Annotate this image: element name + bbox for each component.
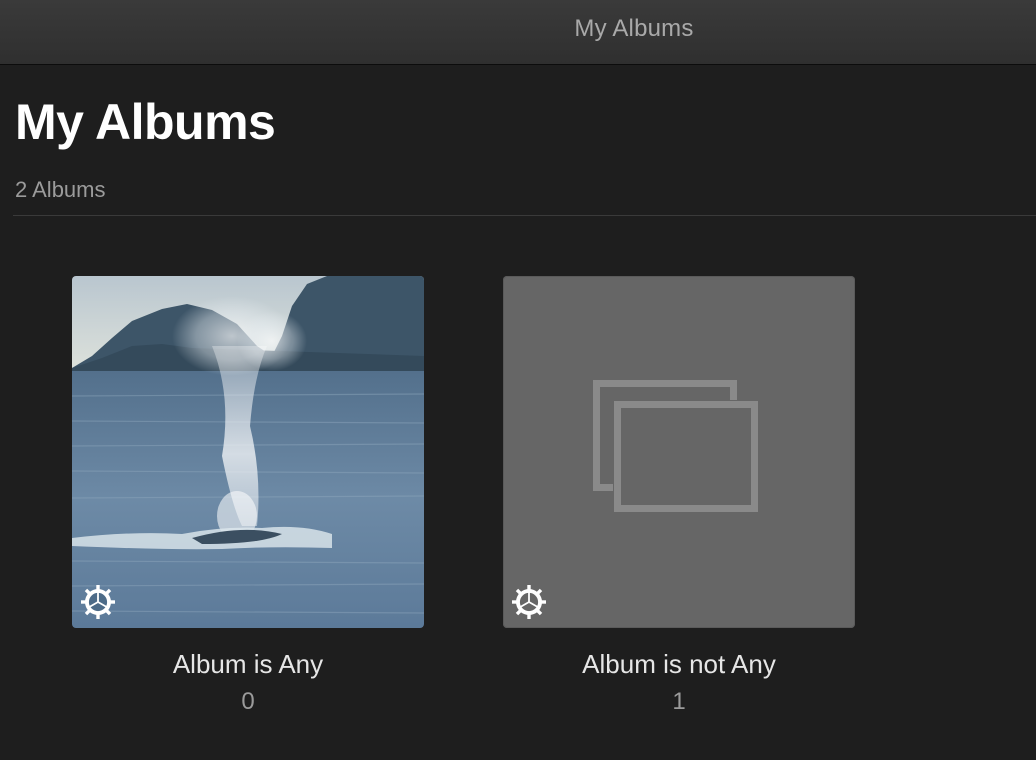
gear-icon[interactable] [80, 584, 116, 620]
album-item-count: 1 [672, 688, 686, 715]
titlebar: My Albums [0, 0, 1036, 65]
album-thumbnail[interactable] [72, 276, 424, 628]
album-thumbnail[interactable] [503, 276, 855, 628]
whale-spout-photo [72, 276, 424, 628]
album-item-count: 0 [241, 688, 255, 715]
album-card-album-is-not-any[interactable]: Album is not Any 1 [503, 276, 855, 716]
gear-icon[interactable] [511, 584, 547, 620]
album-name[interactable]: Album is not Any [503, 648, 855, 680]
header-divider [13, 215, 1036, 216]
photos-window: My Albums My Albums 2 Albums Album is An… [0, 0, 1036, 760]
album-name[interactable]: Album is Any [72, 648, 424, 680]
album-card-album-is-any[interactable]: Album is Any 0 [72, 276, 424, 716]
page-title: My Albums [15, 94, 276, 150]
window-title: My Albums [574, 15, 694, 42]
empty-album-placeholder-icon [593, 380, 763, 516]
album-count-label: 2 Albums [15, 177, 106, 202]
